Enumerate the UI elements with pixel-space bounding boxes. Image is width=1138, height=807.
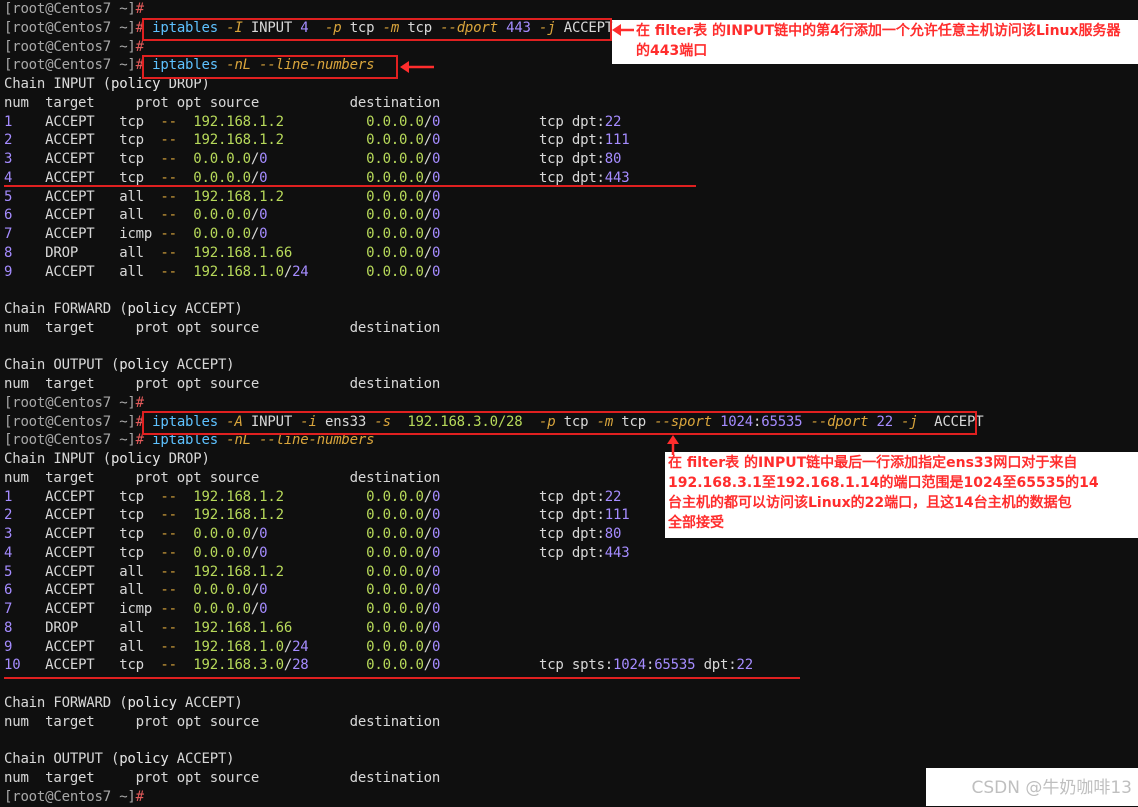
watermark: CSDN @牛奶咖啡13 xyxy=(971,778,1132,798)
prompt-line: [root@Centos7 ~]# xyxy=(4,38,144,55)
highlight-append-command xyxy=(142,411,977,435)
rule-row: 5 ACCEPT all -- 192.168.1.2 0.0.0.0/0 xyxy=(4,188,441,205)
rule-row: 9 ACCEPT all -- 192.168.1.0/24 0.0.0.0/0 xyxy=(4,263,441,280)
rule-row: 2 ACCEPT tcp -- 192.168.1.2 0.0.0.0/0 tc… xyxy=(4,132,630,149)
rule-row: 9 ACCEPT all -- 192.168.1.0/24 0.0.0.0/0 xyxy=(4,638,441,655)
chain-input-header: Chain INPUT (policy DROP) xyxy=(4,451,210,467)
column-header: num target prot opt source destination xyxy=(4,94,441,111)
chain-forward-header: Chain FORWARD (policy ACCEPT) xyxy=(4,694,243,711)
column-header: num target prot opt source destination xyxy=(4,469,441,486)
column-header: num target prot opt source destination xyxy=(4,319,441,336)
chain-output-header: Chain OUTPUT (policy ACCEPT) xyxy=(4,357,235,374)
column-header: num target prot opt source destination xyxy=(4,713,441,730)
highlight-list-command xyxy=(142,55,398,79)
chain-output-header: Chain OUTPUT (policy ACCEPT) xyxy=(4,751,235,767)
rule-row: 2 ACCEPT tcp -- 192.168.1.2 0.0.0.0/0 tc… xyxy=(4,507,630,524)
underline-rule-10 xyxy=(4,677,800,679)
column-header: num target prot opt source destination xyxy=(4,769,441,786)
prompt-line: [root@Centos7 ~]# xyxy=(4,394,144,411)
rule-row: 6 ACCEPT all -- 0.0.0.0/0 0.0.0.0/0 xyxy=(4,207,441,224)
annotation-insert-rule: 在 filter表 的INPUT链中的第4行添加一个允许任意主机访问该Linux… xyxy=(636,23,1121,59)
rule-row: 1 ACCEPT tcp -- 192.168.1.2 0.0.0.0/0 tc… xyxy=(4,488,622,505)
rule-row: 7 ACCEPT icmp -- 0.0.0.0/0 0.0.0.0/0 xyxy=(4,601,441,617)
column-header: num target prot opt source destination xyxy=(4,376,441,392)
arrow-up-icon xyxy=(667,435,679,455)
rule-row: 7 ACCEPT icmp -- 0.0.0.0/0 0.0.0.0/0 xyxy=(4,226,441,242)
rule-row: 4 ACCEPT tcp -- 0.0.0.0/0 0.0.0.0/0 tcp … xyxy=(4,544,630,561)
rule-row: 3 ACCEPT tcp -- 0.0.0.0/0 0.0.0.0/0 tcp … xyxy=(4,526,622,542)
arrow-left-icon xyxy=(400,61,434,73)
underline-rule-4 xyxy=(4,185,696,187)
chain-forward-header: Chain FORWARD (policy ACCEPT) xyxy=(4,301,243,317)
rule-row: 5 ACCEPT all -- 192.168.1.2 0.0.0.0/0 xyxy=(4,563,441,580)
prompt-line: [root@Centos7 ~]# xyxy=(4,788,144,805)
annotation-append-rule: 在 filter表 的INPUT链中最后一行添加指定ens33网口对于来自 19… xyxy=(668,455,1099,531)
prompt-line: [root@Centos7 ~]# xyxy=(4,1,144,17)
highlight-insert-command xyxy=(142,18,612,41)
rule-row: 8 DROP all -- 192.168.1.66 0.0.0.0/0 xyxy=(4,244,441,261)
rule-row: 1 ACCEPT tcp -- 192.168.1.2 0.0.0.0/0 tc… xyxy=(4,113,622,130)
rule-row: 10 ACCEPT tcp -- 192.168.3.0/28 0.0.0.0/… xyxy=(4,657,753,674)
rule-row: 8 DROP all -- 192.168.1.66 0.0.0.0/0 xyxy=(4,619,441,636)
arrow-left-icon xyxy=(612,24,634,36)
rule-row: 3 ACCEPT tcp -- 0.0.0.0/0 0.0.0.0/0 tcp … xyxy=(4,151,622,167)
rule-row: 6 ACCEPT all -- 0.0.0.0/0 0.0.0.0/0 xyxy=(4,582,441,599)
